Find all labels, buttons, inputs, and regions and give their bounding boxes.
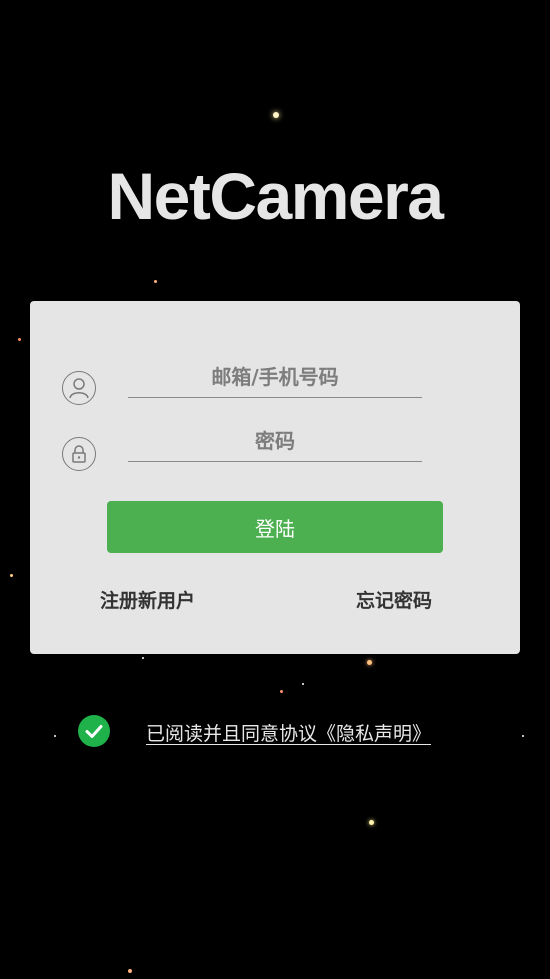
star — [142, 657, 144, 659]
privacy-agreement-link[interactable]: 已阅读并且同意协议《隐私声明》 — [146, 719, 431, 746]
star — [10, 574, 13, 577]
forgot-password-link[interactable]: 忘记密码 — [356, 586, 432, 613]
login-card: 登陆 注册新用户 忘记密码 — [30, 301, 520, 654]
star — [154, 280, 157, 283]
star — [369, 820, 374, 825]
account-input[interactable] — [128, 357, 422, 398]
checkmark-icon[interactable] — [78, 715, 110, 747]
star — [54, 735, 56, 737]
star — [280, 690, 283, 693]
login-button[interactable]: 登陆 — [107, 501, 443, 553]
star — [302, 683, 304, 685]
star — [18, 338, 21, 341]
user-icon — [62, 371, 96, 405]
password-input[interactable] — [128, 421, 422, 462]
star — [128, 969, 132, 973]
star — [367, 660, 372, 665]
app-title: NetCamera — [107, 159, 445, 233]
lock-icon — [62, 437, 96, 471]
register-link[interactable]: 注册新用户 — [100, 586, 195, 613]
star — [522, 735, 524, 737]
star — [273, 112, 279, 118]
